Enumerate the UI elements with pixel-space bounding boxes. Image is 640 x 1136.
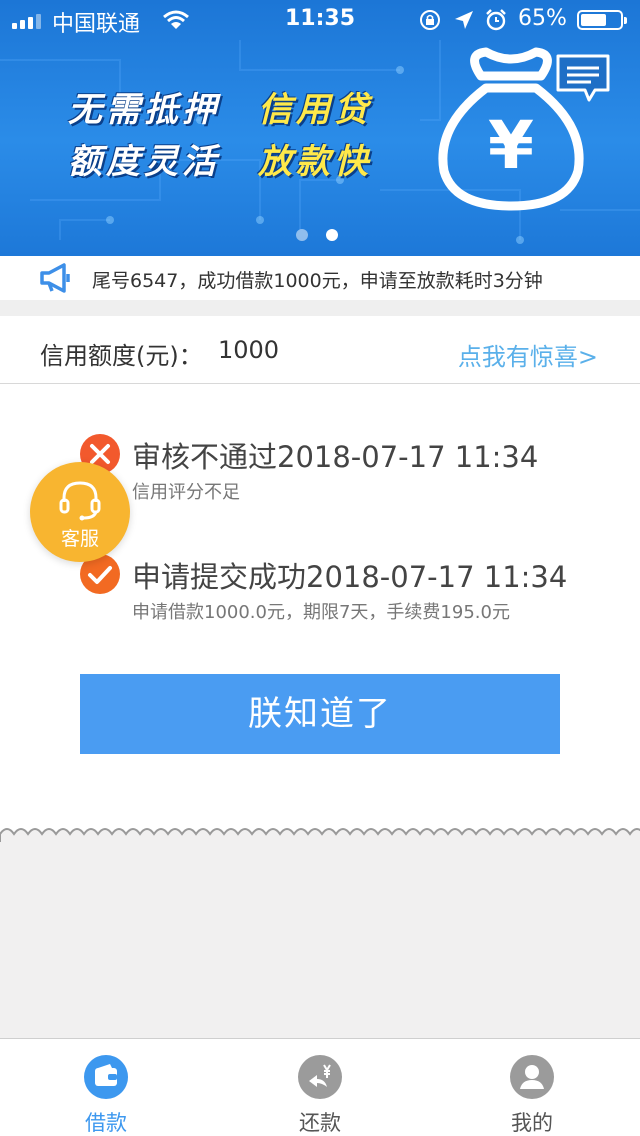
timeline-title: 审核不通过2018-07-17 11:34 [132,440,539,474]
status-bar: 中国联通 11:35 65% [0,0,640,40]
slogan-flexible-limit: 额度灵活 [68,142,220,182]
rotation-lock-icon [420,10,440,30]
wallet-icon [84,1055,128,1099]
credit-limit-row: 信用额度(元)： 1000 点我有惊喜> [0,316,640,384]
megaphone-icon [40,263,70,293]
timeline-desc: 申请借款1000.0元，期限7天，手续费195.0元 [132,602,510,623]
repay-icon [298,1055,342,1099]
notice-text: 尾号6547，成功借款1000元，申请至放款耗时3分钟 [92,270,543,292]
surprise-link[interactable]: 点我有惊喜> [458,337,598,372]
section-divider [0,300,640,316]
tab-repay[interactable]: 还款 [250,1039,390,1136]
customer-service-label: 客服 [60,528,99,550]
credit-limit-value: 1000 [218,336,280,364]
carousel-dot-active[interactable] [326,229,338,241]
battery-icon [577,10,627,30]
customer-service-button[interactable]: 客服 [30,462,130,562]
promo-banner[interactable]: 中国联通 11:35 65% 无需抵押 信用贷 额度灵活 放款快 ¥ [0,0,640,256]
acknowledge-button[interactable]: 朕知道了 [80,674,560,754]
currency-symbol: ¥ [488,107,534,184]
slogan-fast-payout: 放款快 [258,142,372,182]
user-icon [510,1055,554,1099]
slogan-credit-loan: 信用贷 [258,90,372,130]
headset-icon [59,481,101,521]
carousel-dot[interactable] [296,229,308,241]
notice-bar: 尾号6547，成功借款1000元，申请至放款耗时3分钟 [0,256,640,300]
tab-bar: 借款 还款 我的 [0,1038,640,1136]
battery-percent: 65% [518,6,567,31]
timeline-desc: 信用评分不足 [132,482,240,503]
timeline-title: 申请提交成功2018-07-17 11:34 [132,560,568,594]
slogan-no-collateral: 无需抵押 [68,90,220,130]
tab-label: 还款 [299,1111,341,1135]
alarm-icon [486,9,506,31]
carousel-indicator [296,229,338,241]
credit-limit-label: 信用额度(元)： [40,342,203,370]
tab-label: 借款 [85,1111,127,1135]
tab-label: 我的 [511,1111,553,1135]
tab-mine[interactable]: 我的 [462,1039,602,1136]
location-icon [455,11,473,29]
chat-icon[interactable] [555,53,611,103]
empty-area [0,842,640,1038]
tab-borrow[interactable]: 借款 [36,1039,176,1136]
